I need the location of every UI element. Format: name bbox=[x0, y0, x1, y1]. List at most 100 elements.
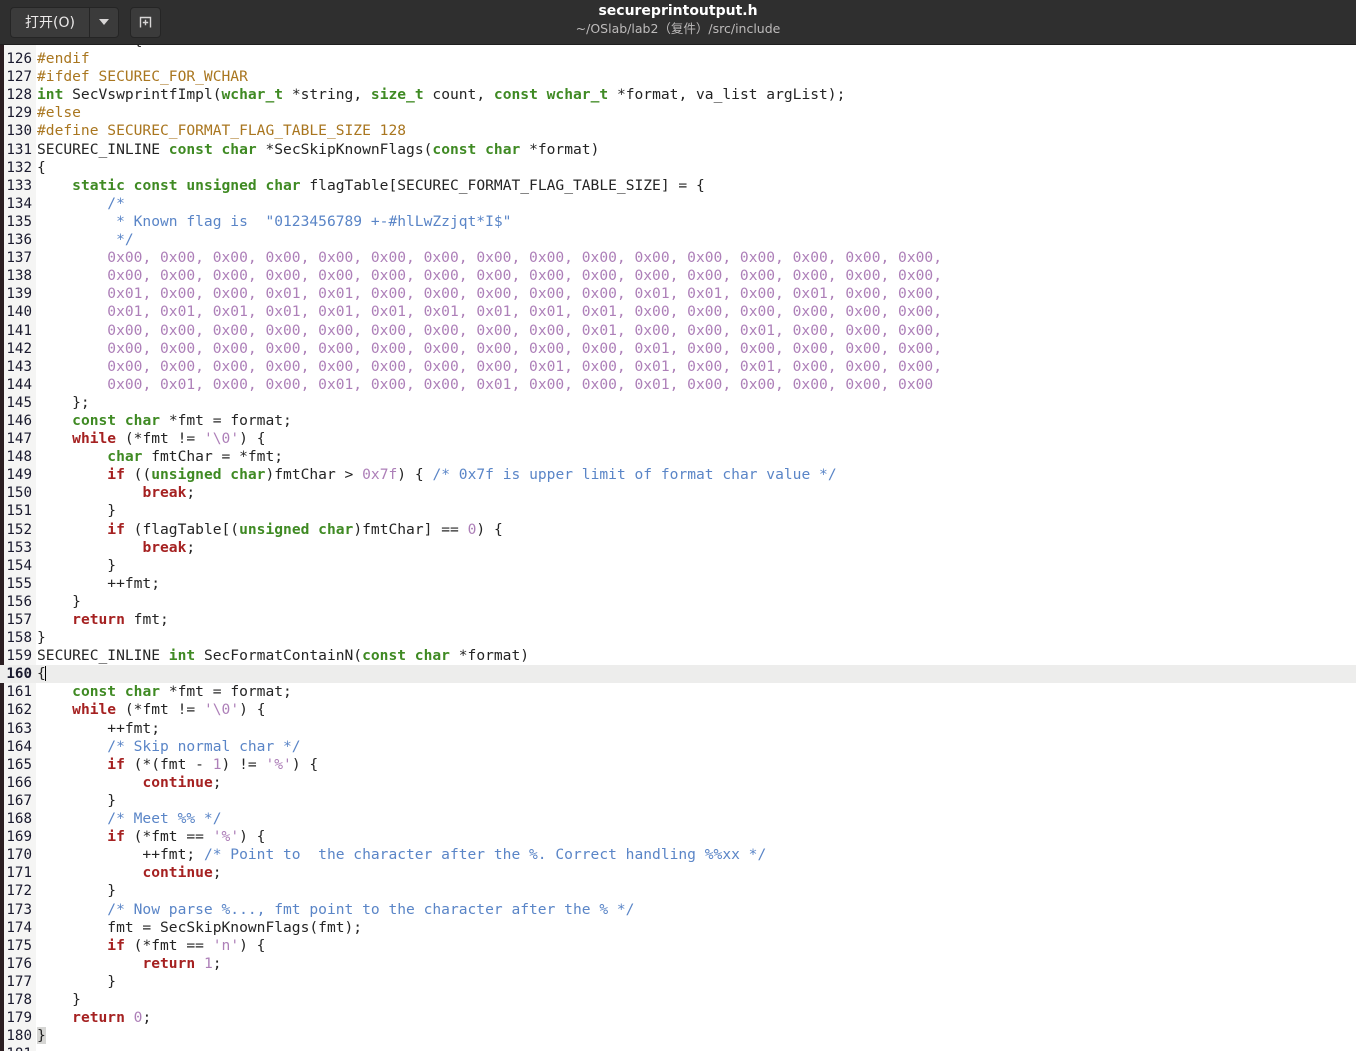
code-line[interactable]: 156 } bbox=[0, 593, 1356, 611]
code-line[interactable]: 130 #define SECUREC_FORMAT_FLAG_TABLE_SIZ… bbox=[0, 122, 1356, 140]
open-button-group[interactable]: 打开(O) bbox=[10, 6, 119, 38]
code-line[interactable]: 168 /* Meet %% */ bbox=[0, 810, 1356, 828]
code-text[interactable]: while (*fmt != '\0') { bbox=[36, 701, 1356, 719]
code-text[interactable]: 0x00, 0x00, 0x00, 0x00, 0x00, 0x00, 0x00… bbox=[36, 267, 1356, 285]
code-text[interactable]: #else bbox=[36, 104, 1356, 122]
code-text[interactable]: { bbox=[36, 665, 1356, 683]
code-line[interactable]: 178 } bbox=[0, 991, 1356, 1009]
code-text[interactable]: static const unsigned char flagTable[SEC… bbox=[36, 177, 1356, 195]
code-line[interactable]: 173 /* Now parse %..., fmt point to the … bbox=[0, 901, 1356, 919]
code-text[interactable]: return fmt; bbox=[36, 611, 1356, 629]
code-line[interactable]: 157 return fmt; bbox=[0, 611, 1356, 629]
code-text[interactable]: ++fmt; /* Point to the character after t… bbox=[36, 846, 1356, 864]
code-line[interactable]: 164 /* Skip normal char */ bbox=[0, 738, 1356, 756]
code-text[interactable]: } bbox=[36, 792, 1356, 810]
code-line[interactable]: 170 ++fmt; /* Point to the character aft… bbox=[0, 846, 1356, 864]
code-text[interactable]: } bbox=[36, 991, 1356, 1009]
code-line[interactable]: 172 } bbox=[0, 882, 1356, 900]
code-line[interactable]: 175 if (*fmt == 'n') { bbox=[0, 937, 1356, 955]
code-line[interactable]: 167 } bbox=[0, 792, 1356, 810]
code-text[interactable]: fmt = SecSkipKnownFlags(fmt); bbox=[36, 919, 1356, 937]
code-text[interactable]: 0x00, 0x00, 0x00, 0x00, 0x00, 0x00, 0x00… bbox=[36, 322, 1356, 340]
code-line[interactable]: 131 SECUREC_INLINE const char *SecSkipKno… bbox=[0, 141, 1356, 159]
code-text[interactable]: 0x00, 0x01, 0x00, 0x00, 0x01, 0x00, 0x00… bbox=[36, 376, 1356, 394]
code-line[interactable]: 151 } bbox=[0, 502, 1356, 520]
code-line[interactable]: 161 const char *fmt = format; bbox=[0, 683, 1356, 701]
code-line[interactable]: 180} bbox=[0, 1027, 1356, 1045]
code-text[interactable]: 0x01, 0x00, 0x00, 0x01, 0x01, 0x00, 0x00… bbox=[36, 285, 1356, 303]
code-line[interactable]: 139 0x01, 0x00, 0x00, 0x01, 0x01, 0x00, … bbox=[0, 285, 1356, 303]
code-text[interactable]: } bbox=[36, 629, 1356, 647]
code-text[interactable]: if (*fmt == '%') { bbox=[36, 828, 1356, 846]
code-line[interactable]: 142 0x00, 0x00, 0x00, 0x00, 0x00, 0x00, … bbox=[0, 340, 1356, 358]
code-text[interactable]: /* bbox=[36, 195, 1356, 213]
code-line[interactable]: 147 while (*fmt != '\0') { bbox=[0, 430, 1356, 448]
code-line[interactable]: 135 * Known flag is "0123456789 +-#hlLwZ… bbox=[0, 213, 1356, 231]
code-text[interactable]: /* Meet %% */ bbox=[36, 810, 1356, 828]
code-text[interactable]: } bbox=[36, 557, 1356, 575]
code-text[interactable]: #define SECUREC_FORMAT_FLAG_TABLE_SIZE 1… bbox=[36, 122, 1356, 140]
code-line[interactable]: 179 return 0; bbox=[0, 1009, 1356, 1027]
code-text[interactable]: ++fmt; bbox=[36, 720, 1356, 738]
code-line[interactable]: 137 0x00, 0x00, 0x00, 0x00, 0x00, 0x00, … bbox=[0, 249, 1356, 267]
code-line[interactable]: 152 if (flagTable[(unsigned char)fmtChar… bbox=[0, 521, 1356, 539]
code-line[interactable]: 140 0x01, 0x01, 0x01, 0x01, 0x01, 0x01, … bbox=[0, 303, 1356, 321]
code-text[interactable]: if ((unsigned char)fmtChar > 0x7f) { /* … bbox=[36, 466, 1356, 484]
new-document-button[interactable] bbox=[129, 6, 161, 38]
code-line[interactable]: 162 while (*fmt != '\0') { bbox=[0, 701, 1356, 719]
code-text[interactable]: int SecVswprintfImpl(wchar_t *string, si… bbox=[36, 86, 1356, 104]
open-button[interactable]: 打开(O) bbox=[10, 6, 89, 38]
code-line[interactable]: 146 const char *fmt = format; bbox=[0, 412, 1356, 430]
code-line[interactable]: 144 0x00, 0x01, 0x00, 0x00, 0x01, 0x00, … bbox=[0, 376, 1356, 394]
code-text[interactable]: while (*fmt != '\0') { bbox=[36, 430, 1356, 448]
code-text[interactable]: 0x00, 0x00, 0x00, 0x00, 0x00, 0x00, 0x00… bbox=[36, 340, 1356, 358]
code-line[interactable]: 165 if (*(fmt - 1) != '%') { bbox=[0, 756, 1356, 774]
code-text[interactable]: #ifdef SECUREC_FOR_WCHAR bbox=[36, 68, 1356, 86]
code-editor[interactable]: 125extern "C" {126#endif127#ifdef SECURE… bbox=[0, 45, 1356, 1051]
code-text[interactable]: break; bbox=[36, 484, 1356, 502]
code-line[interactable]: 145 }; bbox=[0, 394, 1356, 412]
code-line[interactable]: 134 /* bbox=[0, 195, 1356, 213]
code-line[interactable]: 127 #ifdef SECUREC_FOR_WCHAR bbox=[0, 68, 1356, 86]
code-text[interactable]: 0x01, 0x01, 0x01, 0x01, 0x01, 0x01, 0x01… bbox=[36, 303, 1356, 321]
code-text[interactable]: 0x00, 0x00, 0x00, 0x00, 0x00, 0x00, 0x00… bbox=[36, 358, 1356, 376]
code-line[interactable]: 126 #endif bbox=[0, 50, 1356, 68]
code-text[interactable]: if (flagTable[(unsigned char)fmtChar] ==… bbox=[36, 521, 1356, 539]
code-line[interactable]: 155 ++fmt; bbox=[0, 575, 1356, 593]
code-text[interactable]: }; bbox=[36, 394, 1356, 412]
code-text[interactable]: } bbox=[36, 882, 1356, 900]
code-line[interactable]: 181 bbox=[0, 1045, 1356, 1051]
code-text[interactable]: { bbox=[36, 159, 1356, 177]
code-text[interactable]: #endif bbox=[36, 50, 1356, 68]
code-text[interactable]: const char *fmt = format; bbox=[36, 412, 1356, 430]
code-line[interactable]: 148 char fmtChar = *fmt; bbox=[0, 448, 1356, 466]
code-text[interactable]: SECUREC_INLINE int SecFormatContainN(con… bbox=[36, 647, 1356, 665]
code-text[interactable]: return 0; bbox=[36, 1009, 1356, 1027]
code-text[interactable]: char fmtChar = *fmt; bbox=[36, 448, 1356, 466]
code-text[interactable]: const char *fmt = format; bbox=[36, 683, 1356, 701]
code-text[interactable]: if (*fmt == 'n') { bbox=[36, 937, 1356, 955]
code-line[interactable]: 176 return 1; bbox=[0, 955, 1356, 973]
code-text[interactable]: * Known flag is "0123456789 +-#hlLwZzjqt… bbox=[36, 213, 1356, 231]
code-text[interactable]: /* Skip normal char */ bbox=[36, 738, 1356, 756]
code-line[interactable]: 149 if ((unsigned char)fmtChar > 0x7f) {… bbox=[0, 466, 1356, 484]
code-text[interactable]: continue; bbox=[36, 864, 1356, 882]
code-line[interactable]: 150 break; bbox=[0, 484, 1356, 502]
code-text[interactable]: } bbox=[36, 593, 1356, 611]
code-text[interactable]: */ bbox=[36, 231, 1356, 249]
code-text[interactable]: } bbox=[36, 1027, 1356, 1045]
code-lines[interactable]: 125extern "C" {126#endif127#ifdef SECURE… bbox=[0, 45, 1356, 1051]
code-line[interactable]: 132 { bbox=[0, 159, 1356, 177]
code-line[interactable]: 160{ bbox=[0, 665, 1356, 684]
code-text[interactable]: return 1; bbox=[36, 955, 1356, 973]
code-line[interactable]: 154 } bbox=[0, 557, 1356, 575]
code-line[interactable]: 129 #else bbox=[0, 104, 1356, 122]
code-text[interactable]: SECUREC_INLINE const char *SecSkipKnownF… bbox=[36, 141, 1356, 159]
code-line[interactable]: 158} bbox=[0, 629, 1356, 647]
code-line[interactable]: 136 */ bbox=[0, 231, 1356, 249]
code-text[interactable]: /* Now parse %..., fmt point to the char… bbox=[36, 901, 1356, 919]
code-line[interactable]: 153 break; bbox=[0, 539, 1356, 557]
code-line[interactable]: 138 0x00, 0x00, 0x00, 0x00, 0x00, 0x00, … bbox=[0, 267, 1356, 285]
code-line[interactable]: 141 0x00, 0x00, 0x00, 0x00, 0x00, 0x00, … bbox=[0, 322, 1356, 340]
code-line[interactable]: 163 ++fmt; bbox=[0, 720, 1356, 738]
